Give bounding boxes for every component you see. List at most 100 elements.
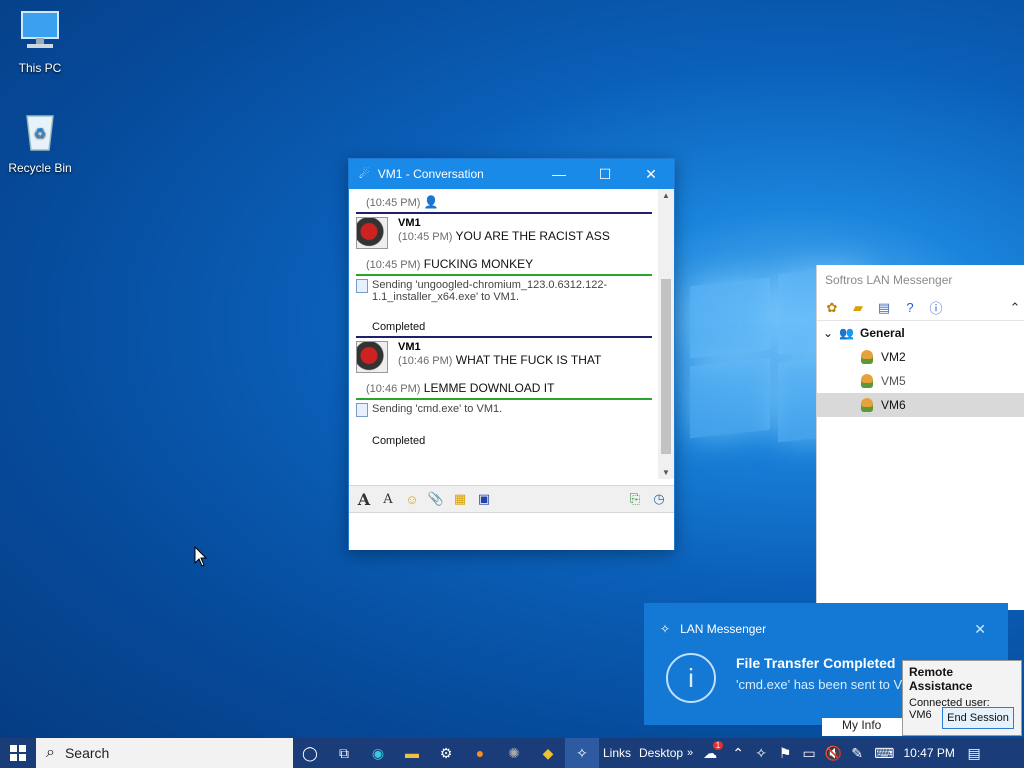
history-icon[interactable]: ▤ [875,299,893,317]
history-icon[interactable]: ◷ [650,490,668,508]
messenger-icon: ☄ [359,167,370,181]
user-item-selected[interactable]: VM6 [817,393,1024,417]
desktop-icon-this-pc[interactable]: This PC [2,10,78,75]
font-icon[interactable]: A [355,490,373,509]
message-history: (10:45 PM) 👤 VM1 (10:45 PM) YOU ARE THE … [349,189,659,479]
conversation-window: ☄ VM1 - Conversation — ☐ ✕ (10:45 PM) 👤 … [348,158,675,550]
lan-toolbar: ✿ ▰ ▤ ? ⓘ ⌃ [817,295,1024,321]
scroll-up-icon[interactable]: ▲ [662,191,670,200]
separator [356,398,652,400]
message-block: VM1 (10:45 PM) YOU ARE THE RACIST ASS [356,217,652,249]
message-input[interactable] [349,514,674,550]
remote-assistance-title: Remote Assistance [909,665,973,693]
group-icon: 👥 [839,326,855,340]
folder-icon[interactable]: ▰ [849,299,867,317]
search-box[interactable]: ⌕ Search [36,738,293,768]
onedrive-icon[interactable]: ☁ 1 [693,738,727,768]
search-icon: ⌕ [46,744,55,761]
my-info-link[interactable]: My Info [822,718,902,736]
file-explorer-icon[interactable]: ▬ [395,738,429,768]
file-transfer: Sending 'ungoogled-chromium_123.0.6312.1… [356,279,652,303]
user-item[interactable]: VM5 [817,369,1024,393]
user-icon [861,398,873,412]
remote-assistance-panel: Remote Assistance Connected user: VM6 En… [902,660,1022,736]
send-folder-icon[interactable]: ▦ [451,490,469,508]
svg-text:♻: ♻ [34,125,47,141]
minimize-button[interactable]: — [536,159,582,189]
notification-badge: 1 [712,741,724,750]
settings-icon[interactable]: ⚙ [429,738,463,768]
network-icon[interactable]: ▭ [797,738,821,768]
chevron-down-icon: ⌄ [823,326,834,340]
file-icon [356,403,368,417]
scroll-down-icon[interactable]: ▼ [662,468,670,477]
close-icon[interactable]: ✕ [974,621,986,638]
toast-message: 'cmd.exe' has been sent to VM1 [736,677,921,692]
toast-title: File Transfer Completed [736,655,896,671]
attach-icon[interactable]: 📎 [427,490,445,508]
recycle-bin-icon: ♻ [26,115,54,151]
windows-icon [10,745,26,761]
task-view-icon[interactable]: ⧉ [327,738,361,768]
font-color-icon[interactable]: A [379,490,397,508]
help-icon[interactable]: ? [901,299,919,317]
conversation-toolbar: A A ☺ 📎 ▦ ▣ ⎘ ◷ [349,485,674,513]
conversation-titlebar[interactable]: ☄ VM1 - Conversation — ☐ ✕ [349,159,674,189]
settings-icon[interactable]: ✿ [823,299,841,317]
avatar [356,217,388,249]
transfer-status: Completed [372,321,426,333]
scroll-thumb[interactable] [661,279,671,454]
start-button[interactable] [0,738,36,768]
cortana-icon[interactable]: ◯ [293,738,327,768]
messenger-icon: ✧ [660,622,671,636]
file-icon [356,279,368,293]
message-line: (10:46 PM) LEMME DOWNLOAD IT [366,381,555,395]
lan-messenger-taskbar-icon[interactable]: ✧ [565,738,599,768]
window-title: VM1 - Conversation [377,167,484,181]
tray-remote-icon[interactable]: ⚑ [773,738,797,768]
action-center-icon[interactable]: ▤ [959,738,989,768]
tray-app-icon[interactable]: ✧ [749,738,773,768]
emoticon-icon[interactable]: ☺ [403,490,421,508]
app-gear-icon[interactable]: ✺ [497,738,531,768]
scrollbar[interactable]: ▲ ▼ [658,189,674,479]
user-item[interactable]: VM2 [817,345,1024,369]
pen-icon[interactable]: ✎ [845,738,869,768]
desktop-toolbar[interactable]: Desktop [635,746,687,760]
desktop-icon-label: Recycle Bin [8,161,72,175]
maximize-button[interactable]: ☐ [582,159,628,189]
end-session-button[interactable]: End Session [942,707,1014,729]
chevron-up-icon[interactable]: ⌃ [727,738,749,768]
collapse-icon[interactable]: ⌃ [1006,299,1024,317]
save-icon[interactable]: ▣ [475,490,493,508]
message-line: (10:45 PM) FUCKING MONKEY [366,257,534,271]
export-icon[interactable]: ⎘ [626,490,644,508]
transfer-status: Completed [372,435,426,447]
chat-icon[interactable]: ◆ [531,738,565,768]
message-line: (10:45 PM) 👤 [366,195,439,209]
separator [356,212,652,214]
links-toolbar[interactable]: Links [599,746,635,760]
lan-messenger-window: Softros LAN Messenger ✿ ▰ ▤ ? ⓘ ⌃ ⌄ 👥 Ge… [816,265,1024,610]
separator [356,274,652,276]
info-icon[interactable]: ⓘ [927,299,945,317]
toast-app-name: LAN Messenger [680,622,767,636]
user-icon: 👤 [423,195,439,209]
desktop-icon-label: This PC [18,61,62,75]
avatar [356,341,388,373]
close-button[interactable]: ✕ [628,159,674,189]
user-icon [861,374,873,388]
desktop-icon-recycle-bin[interactable]: ♻ Recycle Bin [2,110,78,175]
firefox-icon[interactable]: ● [463,738,497,768]
message-block: VM1 (10:46 PM) WHAT THE FUCK IS THAT [356,341,652,373]
keyboard-icon[interactable]: ⌨ [869,738,899,768]
edge-icon[interactable]: ◉ [361,738,395,768]
file-transfer: Sending 'cmd.exe' to VM1. [356,403,652,417]
info-icon: i [666,653,716,703]
taskbar: ⌕ Search ◯ ⧉ ◉ ▬ ⚙ ● ✺ ◆ ✧ Links Desktop… [0,738,1024,768]
computer-icon [21,11,59,48]
volume-muted-icon[interactable]: 🔇 [821,738,845,768]
group-general[interactable]: ⌄ 👥 General [817,321,1024,345]
clock[interactable]: 10:47 PM [899,746,959,760]
message-line: (10:46 PM) WHAT THE FUCK IS THAT [398,353,602,367]
